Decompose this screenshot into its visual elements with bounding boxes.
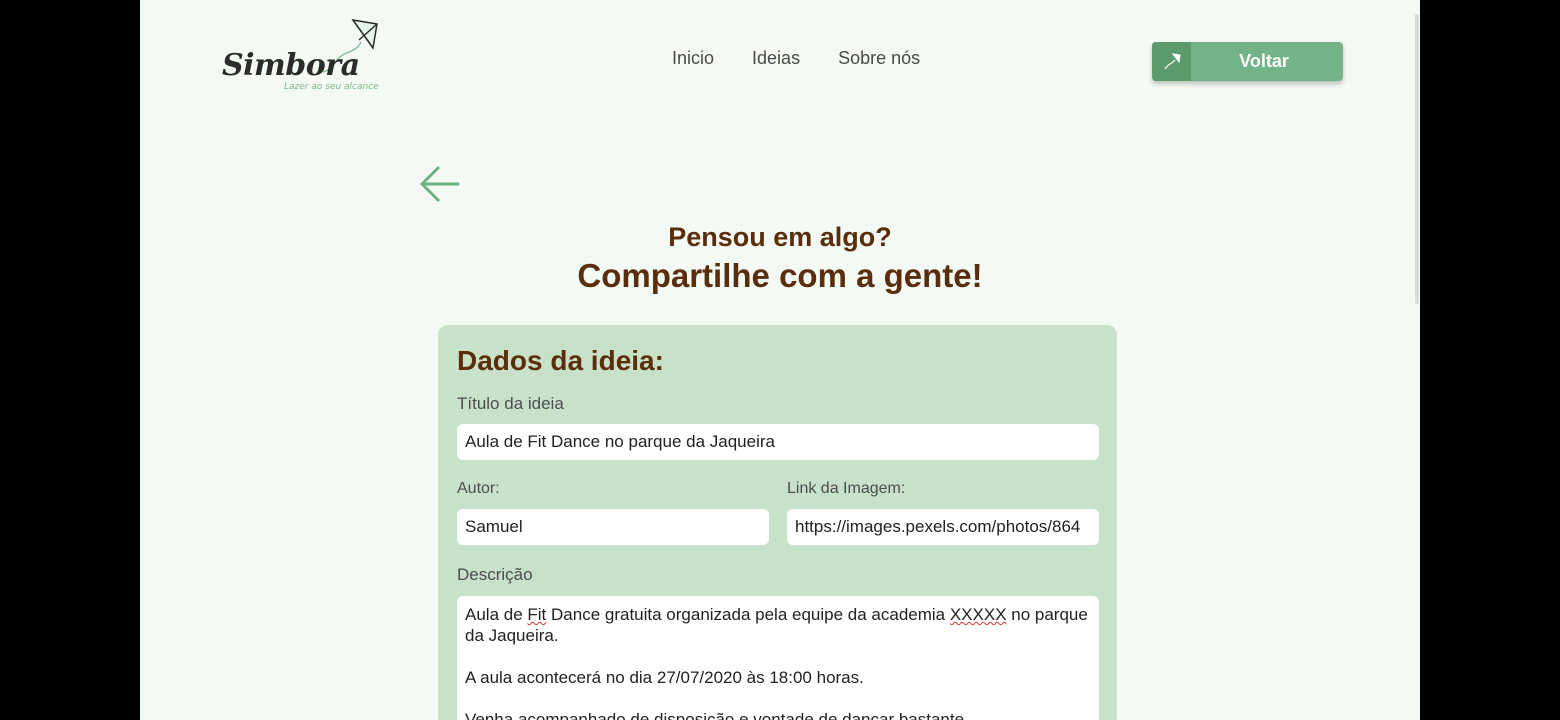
descricao-paragraph-1: Aula de Fit Dance gratuita organizada pe… bbox=[465, 604, 1091, 646]
imagem-label: Link da Imagem: bbox=[787, 480, 906, 497]
brand-tagline: Lazer ao seu alcance bbox=[284, 82, 379, 92]
descricao-label: Descrição bbox=[457, 565, 533, 584]
titulo-input[interactable]: Aula de Fit Dance no parque da Jaqueira bbox=[457, 424, 1099, 460]
browser-viewport: Simbora Lazer ao seu alcance Inicio Idei… bbox=[140, 0, 1420, 720]
descricao-textarea[interactable]: Aula de Fit Dance gratuita organizada pe… bbox=[457, 596, 1099, 720]
autor-input[interactable]: Samuel bbox=[457, 509, 769, 545]
form-title: Dados da ideia: bbox=[457, 345, 664, 376]
nav-link-sobre-nos[interactable]: Sobre nós bbox=[838, 48, 920, 69]
desc-text-misspelled: Fit bbox=[527, 605, 547, 624]
autor-label: Autor: bbox=[457, 480, 500, 497]
page-heading: Pensou em algo? bbox=[668, 222, 892, 252]
desc-text: Dance gratuita organizada pela equipe da… bbox=[546, 605, 950, 624]
brand-name: Simbora bbox=[222, 48, 360, 83]
scrollbar[interactable] bbox=[1414, 0, 1420, 720]
titulo-label: Título da ideia bbox=[457, 394, 564, 413]
page-subheading: Compartilhe com a gente! bbox=[577, 257, 983, 294]
top-nav: Inicio Ideias Sobre nós bbox=[672, 48, 920, 69]
descricao-paragraph-3: Venha acompanhado de disposição e vontad… bbox=[465, 710, 969, 720]
idea-form: Dados da ideia: Título da ideia Aula de … bbox=[438, 325, 1117, 720]
desc-text-misspelled: XXXXX bbox=[949, 605, 1007, 624]
desc-text: Aula de bbox=[465, 605, 528, 624]
imagem-link-input[interactable]: https://images.pexels.com/photos/864 bbox=[787, 509, 1099, 545]
voltar-button[interactable]: Voltar bbox=[1152, 42, 1343, 81]
nav-link-ideias[interactable]: Ideias bbox=[752, 48, 800, 69]
descricao-paragraph-2: A aula acontecerá no dia 27/07/2020 às 1… bbox=[465, 668, 864, 687]
arrow-left-icon[interactable] bbox=[418, 164, 462, 204]
kite-icon bbox=[1152, 42, 1191, 81]
scrollbar-thumb[interactable] bbox=[1415, 14, 1419, 304]
nav-link-inicio[interactable]: Inicio bbox=[672, 48, 714, 69]
voltar-label: Voltar bbox=[1239, 51, 1289, 71]
brand-logo[interactable]: Simbora Lazer ao seu alcance bbox=[220, 14, 385, 98]
